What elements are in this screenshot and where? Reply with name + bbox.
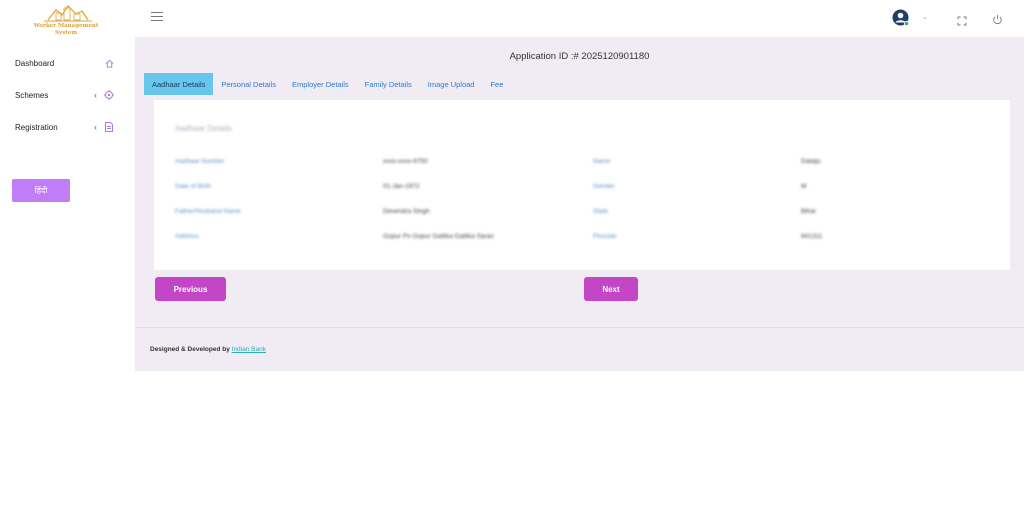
field-label-pincode: Pincode [593, 233, 617, 240]
field-value-date-of-birth: 01-Jan-1972 [383, 183, 420, 190]
document-icon [104, 122, 114, 132]
tab-personal-details[interactable]: Personal Details [213, 73, 284, 95]
app-logo[interactable]: Worker Management System [26, 2, 106, 38]
tab-bar: Aadhaar Details Personal Details Employe… [144, 73, 511, 95]
sidebar: Worker Management System Dashboard Schem… [0, 0, 135, 508]
sidebar-item-dashboard[interactable]: Dashboard [0, 52, 135, 74]
main-content: Application ID :# 2025120901180 Aadhaar … [135, 37, 1024, 327]
topbar [135, 0, 1024, 37]
aadhaar-details-card: Aadhaar Details Aadhaar Number xxxx-xxxx… [154, 100, 1010, 270]
logo-icon [44, 5, 92, 22]
footer-link-indian-bank[interactable]: Indian Bank [232, 346, 266, 353]
field-value-name: Dalaiju [801, 158, 821, 165]
footer: Designed & Developed by Indian Bank [135, 327, 1024, 371]
chevron-left-icon: ‹ [94, 90, 97, 100]
chevron-left-icon: ‹ [94, 122, 97, 132]
hamburger-icon[interactable] [151, 12, 163, 22]
field-label-father-husband-name: Father/Husband Name [175, 208, 241, 215]
home-icon [104, 58, 114, 68]
fullscreen-icon[interactable] [957, 13, 967, 26]
card-title: Aadhaar Details [175, 124, 232, 133]
field-label-state: State [593, 208, 609, 215]
sidebar-item-label: Dashboard [15, 58, 55, 68]
field-value-father-husband-name: Devendra Singh [383, 208, 430, 215]
tab-image-upload[interactable]: Image Upload [420, 73, 483, 95]
logo-text-line2: System [54, 29, 78, 36]
field-value-gender: M [801, 183, 807, 190]
sidebar-item-schemes[interactable]: Schemes ‹ [0, 84, 135, 106]
user-avatar-icon[interactable] [892, 9, 910, 27]
footer-credit: Designed & Developed by Indian Bank [150, 346, 266, 353]
field-label-date-of-birth: Date of Birth [175, 183, 212, 190]
footer-text: Designed & Developed by [150, 346, 230, 353]
field-label-gender: Gender [593, 183, 615, 190]
previous-button[interactable]: Previous [155, 277, 226, 301]
target-icon [104, 90, 114, 100]
field-value-pincode: 841311 [801, 233, 823, 240]
field-value-address: Gopur Po Gopur Gaitika Gaitika Saran [383, 233, 494, 240]
tab-fee[interactable]: Fee [482, 73, 511, 95]
next-button[interactable]: Next [584, 277, 638, 301]
power-icon[interactable] [992, 12, 1003, 25]
application-id: Application ID :# 2025120901180 [509, 51, 650, 62]
sidebar-item-label: Schemes [15, 90, 49, 100]
field-label-aadhaar-number: Aadhaar Number [175, 158, 225, 165]
tab-family-details[interactable]: Family Details [357, 73, 420, 95]
field-value-aadhaar-number: xxxx-xxxx-6750 [383, 158, 428, 165]
chevron-down-icon[interactable]: ⌄ [922, 13, 928, 21]
sidebar-item-label: Registration [15, 122, 58, 132]
field-label-address: Address [175, 233, 199, 240]
field-value-state: Bihar [801, 208, 817, 215]
sidebar-item-registration[interactable]: Registration ‹ [0, 116, 135, 138]
logo-text-line1: Worker Management [33, 23, 99, 29]
language-toggle-button[interactable]: हिंदी [12, 179, 70, 202]
logo-text: Worker Management System [26, 23, 106, 36]
tab-employer-details[interactable]: Employer Details [284, 73, 357, 95]
tab-aadhaar-details[interactable]: Aadhaar Details [144, 73, 214, 95]
field-label-name: Name [593, 158, 611, 165]
